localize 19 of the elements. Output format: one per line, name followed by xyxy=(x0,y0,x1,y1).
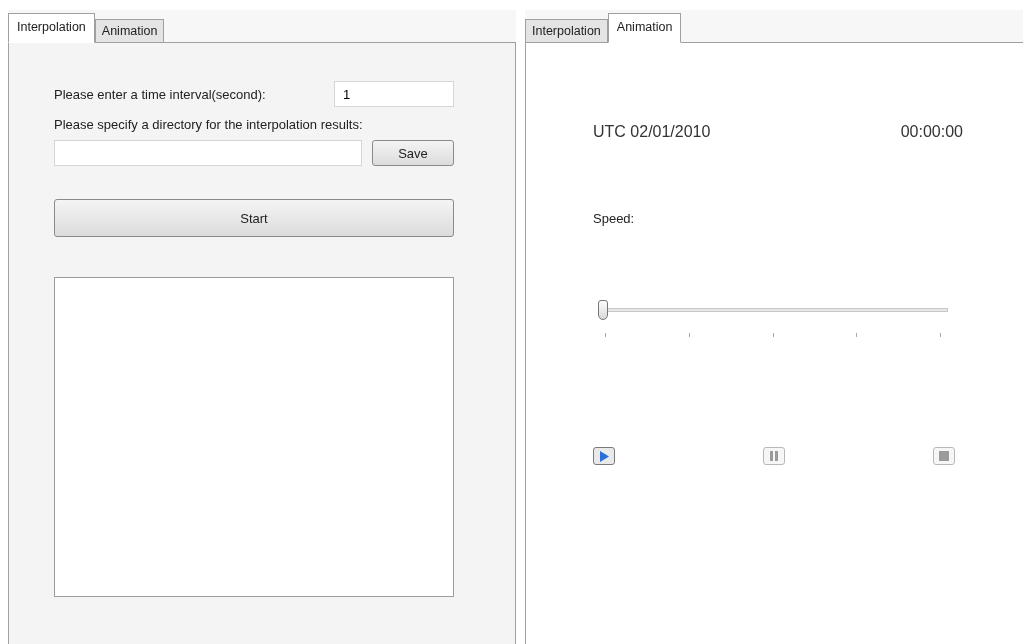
tab[interactable]: Animation xyxy=(607,13,682,43)
start-button[interactable]: Start xyxy=(54,199,454,237)
tab[interactable]: Interpolation xyxy=(525,19,608,42)
directory-field[interactable] xyxy=(54,140,362,166)
time-text: 00:00:00 xyxy=(900,123,963,141)
speed-label: Speed: xyxy=(593,211,635,226)
interval-label: Please enter a time interval(second): xyxy=(54,86,266,102)
play-button[interactable] xyxy=(593,447,615,465)
tab[interactable]: Animation xyxy=(94,19,165,42)
date-text: UTC 02/01/2010 xyxy=(593,123,711,141)
stop-icon xyxy=(939,451,949,461)
pause-icon xyxy=(769,451,779,461)
tab[interactable]: Interpolation xyxy=(8,13,95,43)
save-button[interactable]: Save xyxy=(372,140,454,166)
slider-thumb[interactable] xyxy=(598,300,608,320)
speed-slider[interactable] xyxy=(598,299,948,321)
play-icon xyxy=(599,450,609,462)
directory-label: Please specify a directory for the interpolation results: xyxy=(54,117,363,132)
interval-field[interactable]: 1 xyxy=(334,81,454,107)
